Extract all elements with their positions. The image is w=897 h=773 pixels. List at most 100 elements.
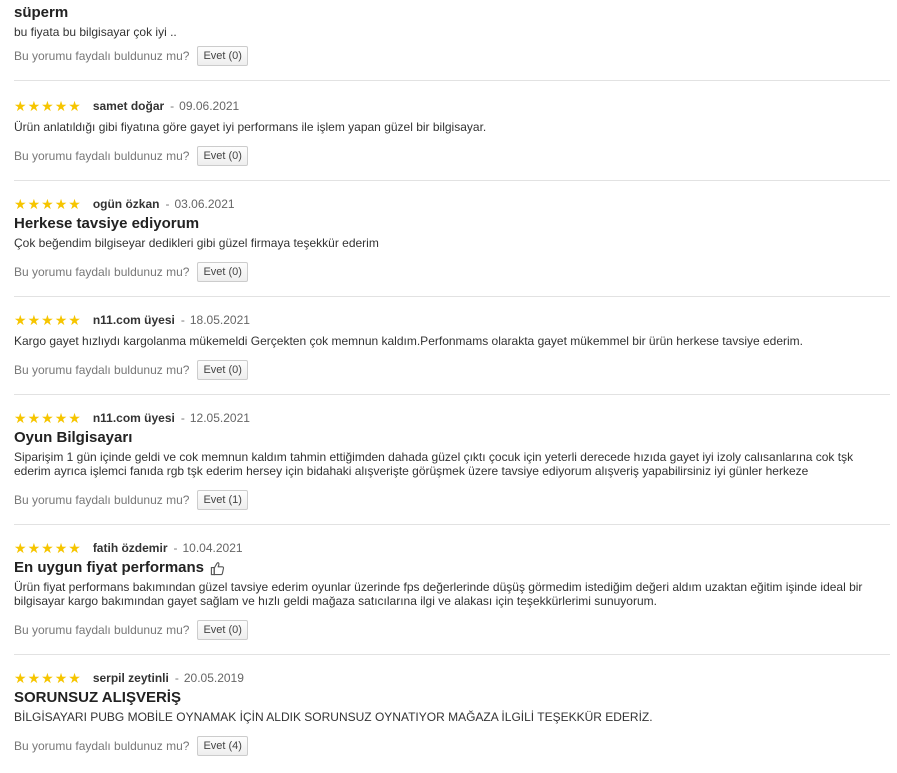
review-meta: ★ ★ ★ ★ ★ ogün özkan - 03.06.2021 [14,195,890,213]
thumbs-up-icon [210,561,225,576]
helpful-row: Bu yorumu faydalı buldunuz mu? Evet (0) [14,46,890,66]
vote-label: Evet [203,740,226,752]
meta-separator: - [170,99,175,113]
star-icon: ★ [14,410,27,426]
star-icon: ★ [41,312,54,328]
star-icon: ★ [68,196,81,212]
review-item: ★ ★ ★ ★ ★ samet doğar - 09.06.2021 Ürün anla… [14,81,890,181]
review-item: ★ ★ ★ ★ ★ n11.com üyesi - 18.05.2021 Kargo g… [14,297,890,395]
vote-count: (0) [228,364,242,376]
star-icon: ★ [14,312,27,328]
meta-separator: - [180,411,185,425]
review-title: süperm [14,4,69,21]
review-text: Çok beğendim bilgiseyar dedikleri gibi g… [14,236,379,250]
review-item: ★ ★ ★ ★ ★ ogün özkan - 03.06.2021 Herkese ta… [14,181,890,297]
review-date: 09.06.2021 [179,99,240,113]
star-icon: ★ [14,196,27,212]
star-icon: ★ [68,410,81,426]
star-icon: ★ [27,98,41,114]
star-icon: ★ [41,670,54,686]
helpful-row: Bu yorumu faydalı buldunuz mu? Evet (4) [14,736,890,756]
meta-separator: - [174,671,179,685]
star-icon: ★ [27,410,41,426]
star-icon: ★ [27,196,41,212]
star-icon: ★ [54,670,68,686]
star-icon: ★ [68,670,81,686]
helpful-prompt: Bu yorumu faydalı buldunuz mu? [14,149,190,163]
helpful-prompt: Bu yorumu faydalı buldunuz mu? [14,265,190,279]
review-title: Herkese tavsiye ediyorum [14,215,200,232]
helpful-prompt: Bu yorumu faydalı buldunuz mu? [14,623,190,637]
vote-count: (0) [228,624,242,636]
star-rating: ★ ★ ★ ★ ★ [14,411,81,425]
review-date: 12.05.2021 [189,411,250,425]
star-icon: ★ [68,312,81,328]
helpful-prompt: Bu yorumu faydalı buldunuz mu? [14,739,190,753]
review-meta: ★ ★ ★ ★ ★ fatih özdemir - 10.04.2021 [14,539,890,557]
review-author: serpil zeytinli [92,671,169,685]
star-icon: ★ [41,196,54,212]
helpful-yes-button[interactable]: Evet (0) [197,146,248,166]
star-icon: ★ [27,312,41,328]
review-meta: ★ ★ ★ ★ ★ n11.com üyesi - 12.05.2021 [14,409,890,427]
helpful-prompt: Bu yorumu faydalı buldunuz mu? [14,49,190,63]
vote-count: (0) [228,150,242,162]
vote-label: Evet [203,266,226,278]
star-rating: ★ ★ ★ ★ ★ [14,671,81,685]
review-date: 18.05.2021 [189,313,250,327]
review-title-row: En uygun fiyat performans [14,559,890,577]
star-icon: ★ [54,196,68,212]
review-meta: ★ ★ ★ ★ ★ samet doğar - 09.06.2021 [14,97,890,115]
vote-count: (4) [228,740,242,752]
helpful-row: Bu yorumu faydalı buldunuz mu? Evet (0) [14,620,890,640]
review-author: samet doğar [92,99,165,113]
star-icon: ★ [54,410,68,426]
helpful-yes-button[interactable]: Evet (0) [197,620,248,640]
helpful-prompt: Bu yorumu faydalı buldunuz mu? [14,493,190,507]
star-icon: ★ [41,540,54,556]
vote-count: (0) [228,266,242,278]
star-icon: ★ [14,540,27,556]
review-text: Kargo gayet hızlıydı kargolanma mükemeld… [14,334,804,348]
star-icon: ★ [54,540,68,556]
star-rating: ★ ★ ★ ★ ★ [14,313,81,327]
review-item: ★ ★ ★ ★ ★ serpil zeytinli - 20.05.2019 SORUN… [14,655,890,770]
review-text: bu fiyata bu bilgisayar çok iyi .. [14,25,177,39]
review-meta: ★ ★ ★ ★ ★ serpil zeytinli - 20.05.2019 [14,669,890,687]
helpful-yes-button[interactable]: Evet (0) [197,46,248,66]
helpful-yes-button[interactable]: Evet (1) [197,490,248,510]
review-date: 20.05.2019 [183,671,244,685]
review-list: süperm bu fiyata bu bilgisayar çok iyi .… [14,0,890,770]
review-item: ★ ★ ★ ★ ★ fatih özdemir - 10.04.2021 En uygu… [14,525,890,655]
vote-count: (1) [228,494,242,506]
review-title: Oyun Bilgisayarı [14,429,133,446]
review-title: En uygun fiyat performans [14,559,205,576]
review-item: ★ ★ ★ ★ ★ n11.com üyesi - 12.05.2021 Oyun Bi… [14,395,890,525]
review-text: BİLGİSAYARI PUBG MOBİLE OYNAMAK İÇİN ALD… [14,710,653,724]
star-icon: ★ [41,410,54,426]
helpful-row: Bu yorumu faydalı buldunuz mu? Evet (0) [14,360,890,380]
star-icon: ★ [27,540,41,556]
star-rating: ★ ★ ★ ★ ★ [14,197,81,211]
star-icon: ★ [68,98,81,114]
helpful-yes-button[interactable]: Evet (0) [197,262,248,282]
helpful-yes-button[interactable]: Evet (4) [197,736,248,756]
star-rating: ★ ★ ★ ★ ★ [14,99,81,113]
meta-separator: - [180,313,185,327]
helpful-row: Bu yorumu faydalı buldunuz mu? Evet (0) [14,262,890,282]
helpful-row: Bu yorumu faydalı buldunuz mu? Evet (0) [14,146,890,166]
star-icon: ★ [54,98,68,114]
vote-label: Evet [203,494,226,506]
review-text: Ürün anlatıldığı gibi fiyatına göre gaye… [14,120,487,134]
star-icon: ★ [14,98,27,114]
star-icon: ★ [14,670,27,686]
review-meta: ★ ★ ★ ★ ★ n11.com üyesi - 18.05.2021 [14,311,890,329]
helpful-yes-button[interactable]: Evet (0) [197,360,248,380]
review-title: SORUNSUZ ALIŞVERİŞ [14,689,181,706]
review-author: ogün özkan [92,197,160,211]
vote-label: Evet [203,50,226,62]
vote-label: Evet [203,624,226,636]
review-author: fatih özdemir [92,541,168,555]
review-author: n11.com üyesi [92,313,175,327]
helpful-prompt: Bu yorumu faydalı buldunuz mu? [14,363,190,377]
